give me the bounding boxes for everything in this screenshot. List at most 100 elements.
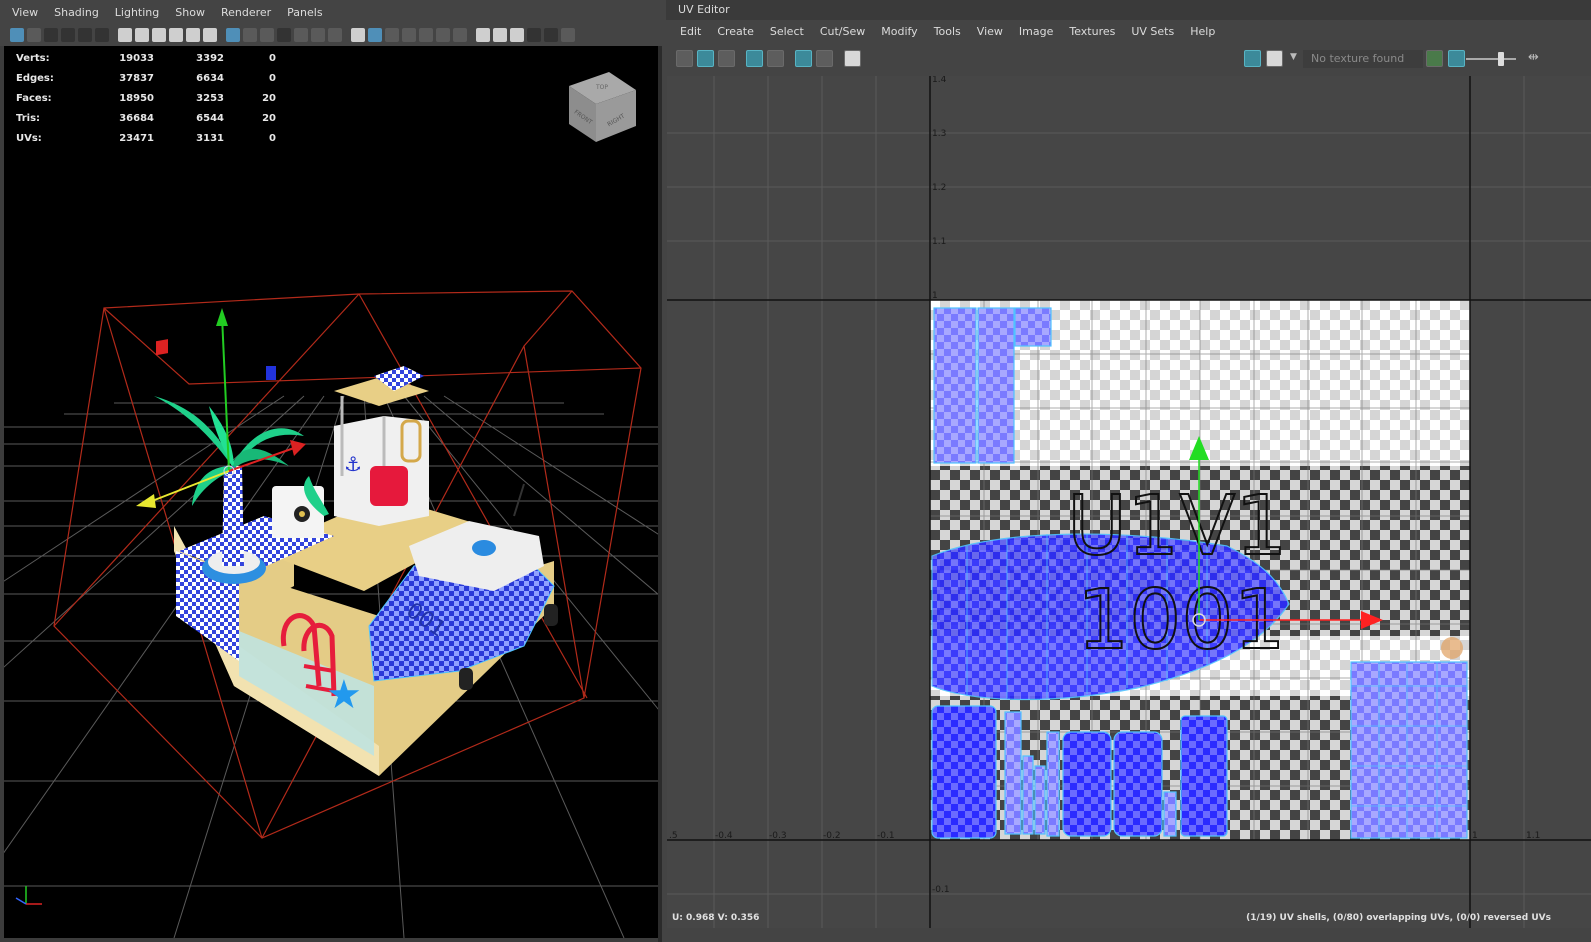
anchor-icon: ⚓ xyxy=(344,452,362,476)
viewport-canvas[interactable]: ⚓ 001 ★ FRONT RIGHT TOP Verts: 19033 339… xyxy=(4,46,658,938)
uv-menu-view[interactable]: View xyxy=(969,25,1011,38)
transform-icon[interactable] xyxy=(186,28,200,42)
hud-value: 0 xyxy=(269,52,276,64)
menu-lighting[interactable]: Lighting xyxy=(107,6,167,19)
camera-icon[interactable] xyxy=(118,28,132,42)
expand-arrows-icon[interactable]: ⇹ xyxy=(1528,50,1539,65)
film-gate-icon[interactable] xyxy=(243,28,257,42)
hud-label: UVs: xyxy=(16,132,42,144)
texture-tiles-icon[interactable] xyxy=(1448,50,1465,67)
grid-label-v: 1 xyxy=(932,291,938,301)
grid-toggle-icon[interactable] xyxy=(795,49,812,67)
ambient-occlusion-icon[interactable] xyxy=(476,28,490,42)
uv-menu-help[interactable]: Help xyxy=(1182,25,1223,38)
shadows-icon[interactable] xyxy=(453,28,467,42)
viewport-menubar: View Shading Lighting Show Renderer Pane… xyxy=(0,0,662,24)
checker-tiles-icon[interactable] xyxy=(767,49,784,67)
grid-label-v: 1.1 xyxy=(932,237,946,247)
uv-menu-uv-sets[interactable]: UV Sets xyxy=(1123,25,1182,38)
lock-camera-icon[interactable] xyxy=(135,28,149,42)
gate-mask-icon[interactable] xyxy=(277,28,291,42)
lighting-icon[interactable] xyxy=(436,28,450,42)
menu-show[interactable]: Show xyxy=(167,6,213,19)
hud-value: 19033 xyxy=(119,52,154,64)
uv-menu-image[interactable]: Image xyxy=(1011,25,1061,38)
grid-icon[interactable] xyxy=(226,28,240,42)
image-plane-icon[interactable] xyxy=(61,28,75,42)
grease-pencil-icon[interactable] xyxy=(95,28,109,42)
pivot-icon[interactable] xyxy=(1441,637,1463,659)
texture-borders-icon[interactable] xyxy=(746,49,763,67)
hud-value: 36684 xyxy=(119,112,154,124)
depth-of-field-icon[interactable] xyxy=(527,28,541,42)
menu-view[interactable]: View xyxy=(4,6,46,19)
uv-menu-cut-sew[interactable]: Cut/Sew xyxy=(812,25,873,38)
default-material-icon[interactable] xyxy=(385,28,399,42)
viewcube-top-label: TOP xyxy=(595,84,608,91)
bookmark-icon[interactable] xyxy=(44,28,58,42)
anti-aliasing-icon[interactable] xyxy=(510,28,524,42)
uv-menu-edit[interactable]: Edit xyxy=(672,25,709,38)
textured-icon[interactable] xyxy=(419,28,433,42)
select-camera-icon[interactable] xyxy=(10,28,24,42)
texture-select[interactable]: No texture found xyxy=(1303,50,1423,68)
isolate-select-icon[interactable] xyxy=(544,28,558,42)
texture-slider-track[interactable] xyxy=(1466,58,1516,60)
grid-label-u: -0.1 xyxy=(877,831,895,841)
view-cube[interactable]: FRONT RIGHT TOP xyxy=(569,72,636,142)
menu-shading[interactable]: Shading xyxy=(46,6,107,19)
uv-menu-select[interactable]: Select xyxy=(762,25,812,38)
uv-menu-tools[interactable]: Tools xyxy=(926,25,969,38)
hud-label: Faces: xyxy=(16,92,52,104)
safe-title-icon[interactable] xyxy=(328,28,342,42)
uv-toolkit-icon[interactable] xyxy=(676,49,693,67)
grid-label-u: 1.1 xyxy=(1526,831,1540,841)
uv-menu-textures[interactable]: Textures xyxy=(1061,25,1123,38)
hud-value: 20 xyxy=(262,92,276,104)
display-image-icon[interactable] xyxy=(1244,50,1261,67)
starfish-icon: ★ xyxy=(326,672,362,718)
hud-value: 6634 xyxy=(196,72,224,84)
grid-label-u: -0.4 xyxy=(715,831,733,841)
shell-shading-icon[interactable] xyxy=(718,49,735,67)
hud-value: 3392 xyxy=(196,52,224,64)
snap-pixels-icon[interactable] xyxy=(816,49,833,67)
motion-blur-icon[interactable] xyxy=(493,28,507,42)
uv-canvas[interactable]: 1.4 1.3 1.2 1.1 1 -0.1 .5 -0.4 -0.3 -0.2… xyxy=(667,76,1591,928)
hud-row-faces: Faces: 18950 3253 20 xyxy=(16,88,276,108)
axis-indicator xyxy=(15,886,42,905)
refresh-texture-icon[interactable] xyxy=(1426,50,1443,67)
wireframe-on-shaded-icon[interactable] xyxy=(402,28,416,42)
hud-row-edges: Edges: 37837 6634 0 xyxy=(16,68,276,88)
safe-action-icon[interactable] xyxy=(311,28,325,42)
move-gizmo[interactable] xyxy=(136,308,306,508)
menu-panels[interactable]: Panels xyxy=(279,6,330,19)
wireframe-icon[interactable] xyxy=(351,28,365,42)
hud-value: 6544 xyxy=(196,112,224,124)
chevron-down-icon[interactable]: ▼ xyxy=(1290,52,1297,62)
grid-label-u: -0.3 xyxy=(769,831,787,841)
resolution-gate-icon[interactable] xyxy=(260,28,274,42)
xray-icon[interactable] xyxy=(561,28,575,42)
snapshot-icon[interactable] xyxy=(844,49,861,67)
uv-menu-modify[interactable]: Modify xyxy=(873,25,925,38)
texture-slider-thumb[interactable] xyxy=(1498,52,1504,66)
checker-pattern-icon[interactable] xyxy=(1266,50,1283,67)
hud-label: Edges: xyxy=(16,72,54,84)
viewport-toolbar xyxy=(0,24,662,46)
uv-editor-title: UV Editor xyxy=(666,0,1591,20)
menu-renderer[interactable]: Renderer xyxy=(213,6,279,19)
smooth-shade-icon[interactable] xyxy=(368,28,382,42)
camera-attributes-icon[interactable] xyxy=(27,28,41,42)
field-chart-icon[interactable] xyxy=(294,28,308,42)
uv-menu-create[interactable]: Create xyxy=(709,25,762,38)
bookmark-flag-icon[interactable] xyxy=(169,28,183,42)
hud-label: Tris: xyxy=(16,112,41,124)
hud-value: 0 xyxy=(269,72,276,84)
distortion-shader-icon[interactable] xyxy=(697,49,714,67)
hud-label: Verts: xyxy=(16,52,50,64)
pencil-icon[interactable] xyxy=(203,28,217,42)
camera-sequencer-icon[interactable] xyxy=(152,28,166,42)
uv-editor-panel: UV Editor Edit Create Select Cut/Sew Mod… xyxy=(666,0,1591,942)
2d-pan-icon[interactable] xyxy=(78,28,92,42)
